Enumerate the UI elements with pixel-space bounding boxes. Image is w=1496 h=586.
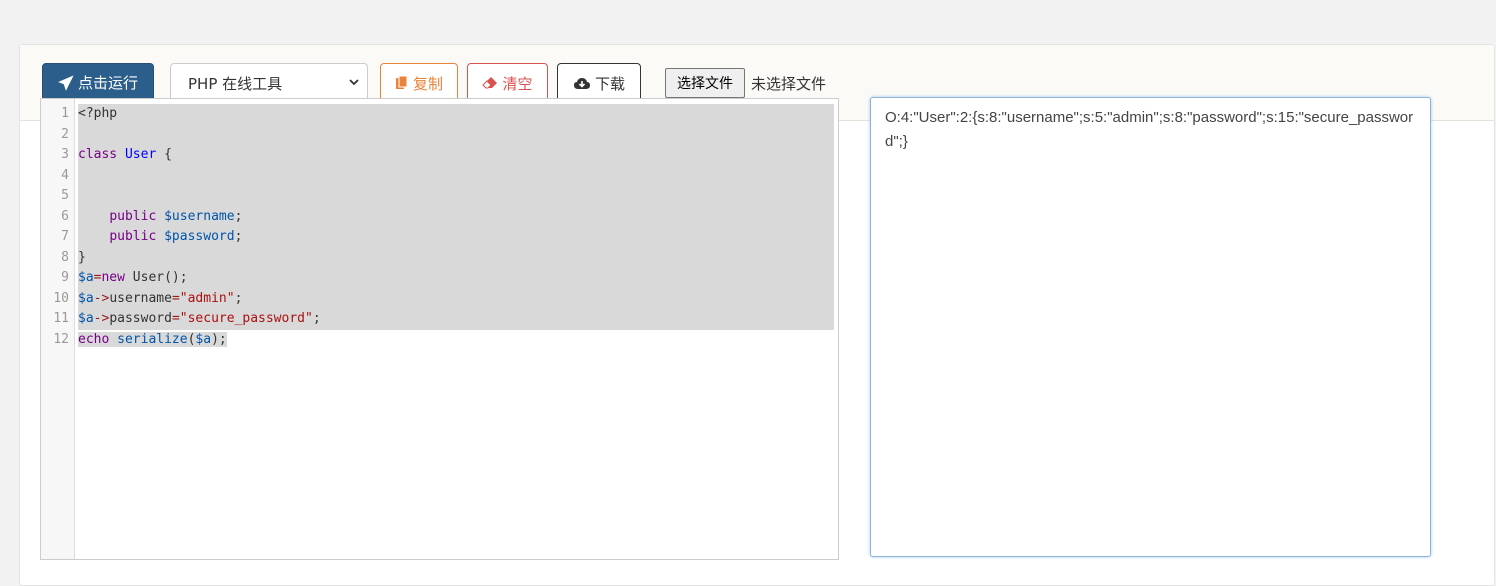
code-line: 7 public $password; <box>61 227 834 248</box>
paper-plane-icon <box>58 74 74 91</box>
code-line: 1 <?php <box>61 104 834 125</box>
line-number: 9 <box>61 270 69 285</box>
chevron-down-icon <box>349 79 359 86</box>
code-line: 6 public $username; <box>61 206 834 227</box>
line-number: 12 <box>53 331 69 347</box>
clear-button-label: 清空 <box>502 74 533 93</box>
output-textarea[interactable]: O:4:"User":2:{s:8:"username";s:5:"admin"… <box>870 97 1431 557</box>
code-content[interactable]: 1 <?php 2 3 class User { 4 5 6 public $use… <box>53 104 834 351</box>
clear-button[interactable]: 清空 <box>467 63 548 103</box>
code-line: 12 echo serialize($a); <box>53 330 834 351</box>
line-number: 1 <box>61 106 69 121</box>
code-line: 10 $a->username="admin"; <box>53 288 834 309</box>
code-line: 2 <box>61 124 834 145</box>
line-number: 2 <box>61 126 69 142</box>
code-line: 9 $a=new User(); <box>61 268 834 289</box>
code-line: 4 <box>61 165 834 186</box>
run-button[interactable]: 点击运行 <box>42 63 154 102</box>
language-selected-value: PHP 在线工具 <box>188 74 283 93</box>
code-line: 3 class User { <box>61 145 834 166</box>
copy-icon <box>395 75 408 89</box>
choose-file-button[interactable]: 选择文件 <box>665 68 745 98</box>
copy-button-label: 复制 <box>412 74 443 93</box>
line-number: 5 <box>61 188 69 203</box>
code-line: 11 $a->password="secure_password"; <box>53 309 834 330</box>
code-line: 5 <box>61 186 834 207</box>
line-number: 6 <box>61 208 69 224</box>
cloud-download-icon <box>573 78 590 89</box>
line-number: 7 <box>61 229 69 244</box>
download-button[interactable]: 下载 <box>557 63 641 103</box>
language-select[interactable]: PHP 在线工具 <box>170 63 368 103</box>
line-number: 3 <box>61 147 69 162</box>
code-editor[interactable]: 1 <?php 2 3 class User { 4 5 6 public $use… <box>40 98 839 560</box>
line-number: 11 <box>53 311 69 326</box>
line-number: 8 <box>61 249 69 265</box>
code-line: 8} <box>61 247 834 268</box>
run-button-label: 点击运行 <box>77 74 138 92</box>
line-number: 10 <box>53 290 69 306</box>
line-number: 4 <box>61 167 69 183</box>
eraser-icon <box>482 77 498 89</box>
copy-button[interactable]: 复制 <box>380 63 458 103</box>
file-status-text: 未选择文件 <box>751 75 827 93</box>
download-button-label: 下载 <box>594 74 625 93</box>
